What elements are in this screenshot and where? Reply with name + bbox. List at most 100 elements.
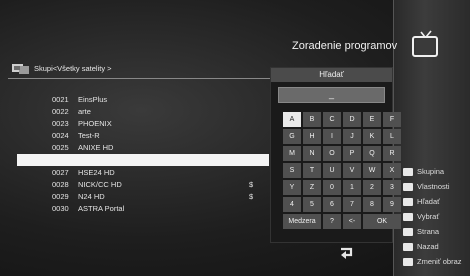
on-screen-keyboard: A B C D E F G H I J K L M N O P Q R S T … xyxy=(283,112,401,229)
channel-number: 0024 xyxy=(52,131,69,141)
key-n[interactable]: N xyxy=(303,146,321,161)
legend-label: Skupina xyxy=(417,167,445,176)
key-g[interactable]: G xyxy=(283,129,301,144)
channel-number: 0029 xyxy=(52,192,69,202)
legend-item-skupina: Skupina xyxy=(403,164,462,179)
remote-key-icon xyxy=(403,212,413,221)
channel-list[interactable]: 0021 EinsPlus 0022 arte 0023 PHOENIX 002… xyxy=(17,93,270,215)
key-6[interactable]: 6 xyxy=(323,197,341,212)
legend-label: Vybrať xyxy=(417,212,440,221)
channel-row-selected[interactable] xyxy=(17,153,269,167)
channel-number: 0023 xyxy=(52,118,69,128)
key-1[interactable]: 1 xyxy=(343,180,361,195)
key-7[interactable]: 7 xyxy=(343,197,361,212)
legend-label: Nazad xyxy=(417,242,439,251)
satellite-group-icon xyxy=(12,63,29,74)
key-h[interactable]: H xyxy=(303,129,321,144)
channel-number: 0025 xyxy=(52,143,69,153)
channel-number: 0027 xyxy=(52,167,69,177)
legend-item-hladat: Hľadať xyxy=(403,194,462,209)
key-backspace[interactable]: <- xyxy=(343,214,361,229)
key-z[interactable]: Z xyxy=(303,180,321,195)
channel-name: arte xyxy=(78,106,91,116)
legend-item-vlastnosti: Vlastnosti xyxy=(403,179,462,194)
channel-row[interactable]: 0021 EinsPlus xyxy=(20,93,270,105)
channel-row[interactable]: 0023 PHOENIX xyxy=(20,117,270,129)
channel-row[interactable]: 0022 arte xyxy=(20,105,270,117)
channel-row[interactable]: 0028 NICK/CC HD $ xyxy=(20,178,270,190)
key-j[interactable]: J xyxy=(343,129,361,144)
channel-name: EinsPlus xyxy=(78,94,108,104)
legend-label: Strana xyxy=(417,227,440,236)
channel-name: Test-R xyxy=(78,131,100,141)
key-4[interactable]: 4 xyxy=(283,197,301,212)
channel-name: ASTRA Portal xyxy=(78,204,125,214)
key-m[interactable]: M xyxy=(283,146,301,161)
key-t[interactable]: T xyxy=(303,163,321,178)
key-0[interactable]: 0 xyxy=(323,180,341,195)
key-2[interactable]: 2 xyxy=(363,180,381,195)
channel-number: 0022 xyxy=(52,106,69,116)
channel-row[interactable]: 0024 Test-R xyxy=(20,130,270,142)
channel-name: PHOENIX xyxy=(78,118,112,128)
key-l[interactable]: L xyxy=(383,129,401,144)
channel-row[interactable]: 0029 N24 HD $ xyxy=(20,191,270,203)
key-space[interactable]: Medzera xyxy=(283,214,321,229)
page-title: Zoradenie programov xyxy=(292,40,398,52)
back-arrow-icon xyxy=(341,247,353,259)
key-c[interactable]: C xyxy=(323,112,341,127)
legend-item-nazad: Nazad xyxy=(403,239,462,254)
channel-number: 0021 xyxy=(52,94,69,104)
button-legend: Skupina Vlastnosti Hľadať Vybrať Strana … xyxy=(403,164,462,269)
scrambled-indicator: $ xyxy=(249,179,254,189)
group-selector[interactable]: Skupi<Všetky satelity > xyxy=(12,61,270,75)
remote-key-icon xyxy=(403,227,413,236)
channel-number: 0028 xyxy=(52,179,69,189)
key-r[interactable]: R xyxy=(383,146,401,161)
scrambled-indicator: $ xyxy=(249,192,254,202)
key-u[interactable]: U xyxy=(323,163,341,178)
key-w[interactable]: W xyxy=(363,163,381,178)
key-v[interactable]: V xyxy=(343,163,361,178)
key-question[interactable]: ? xyxy=(323,214,341,229)
key-8[interactable]: 8 xyxy=(363,197,381,212)
key-5[interactable]: 5 xyxy=(303,197,321,212)
key-x[interactable]: X xyxy=(383,163,401,178)
key-p[interactable]: P xyxy=(343,146,361,161)
key-y[interactable]: Y xyxy=(283,180,301,195)
legend-label: Zmeniť obraz xyxy=(417,257,462,266)
legend-item-vybrat: Vybrať xyxy=(403,209,462,224)
key-d[interactable]: D xyxy=(343,112,361,127)
key-i[interactable]: I xyxy=(323,129,341,144)
legend-label: Hľadať xyxy=(417,197,440,206)
key-k[interactable]: K xyxy=(363,129,381,144)
key-f[interactable]: F xyxy=(383,112,401,127)
remote-key-icon xyxy=(403,257,413,266)
key-3[interactable]: 3 xyxy=(383,180,401,195)
channel-row[interactable]: 0030 ASTRA Portal xyxy=(20,203,270,215)
channel-name: HSE24 HD xyxy=(78,167,115,177)
channel-row[interactable]: 0027 HSE24 HD xyxy=(20,166,270,178)
channel-name: N24 HD xyxy=(78,192,105,202)
remote-key-icon xyxy=(403,242,413,251)
search-input[interactable]: _ xyxy=(278,87,385,103)
legend-item-strana: Strana xyxy=(403,224,462,239)
remote-key-icon xyxy=(403,197,413,206)
key-a[interactable]: A xyxy=(283,112,301,127)
channel-name: ANIXE HD xyxy=(78,143,114,153)
tv-icon xyxy=(412,30,438,57)
key-ok[interactable]: OK xyxy=(363,214,401,229)
key-o[interactable]: O xyxy=(323,146,341,161)
key-9[interactable]: 9 xyxy=(383,197,401,212)
key-q[interactable]: Q xyxy=(363,146,381,161)
key-b[interactable]: B xyxy=(303,112,321,127)
channel-row[interactable]: 0025 ANIXE HD xyxy=(20,142,270,154)
search-dialog-title: Hľadať xyxy=(271,68,392,82)
channel-number: 0030 xyxy=(52,204,69,214)
group-label: Skupi<Všetky satelity > xyxy=(34,63,112,73)
key-e[interactable]: E xyxy=(363,112,381,127)
legend-item-zmenit-obraz: Zmeniť obraz xyxy=(403,254,462,269)
remote-key-icon xyxy=(403,167,413,176)
key-s[interactable]: S xyxy=(283,163,301,178)
legend-label: Vlastnosti xyxy=(417,182,450,191)
